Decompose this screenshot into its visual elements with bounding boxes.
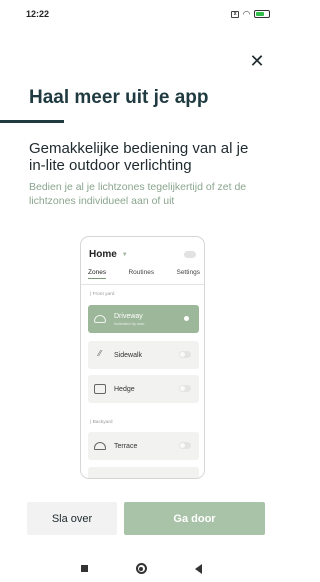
preview-section-front-yard: | Front yard <box>90 292 115 297</box>
status-time: 12:22 <box>26 9 50 19</box>
battery-icon <box>254 10 270 18</box>
home-icon[interactable] <box>135 563 147 574</box>
preview-zone-name: Driveway <box>114 312 143 320</box>
close-button[interactable]: ✕ <box>246 50 268 72</box>
preview-section-backyard: | Backyard <box>90 420 113 425</box>
status-bar: 12:22 x ◠ <box>0 0 282 28</box>
preview-zone-terrace: Terrace <box>88 432 199 460</box>
preview-zone-name: Hedge <box>114 385 135 393</box>
wifi-icon: ◠ <box>243 8 250 19</box>
preview-zone-sidewalk: ⁄⁄ Sidewalk <box>88 341 199 369</box>
preview-zone-toggle <box>179 351 191 358</box>
preview-tab-settings: Settings <box>176 269 200 276</box>
title-underline <box>0 120 64 123</box>
preview-zone-name: Terrace <box>114 442 138 450</box>
preview-zone-status: Activated by user <box>114 320 145 326</box>
hedge-icon <box>94 384 106 394</box>
preview-zone-driveway: Driveway Activated by user <box>88 305 199 333</box>
continue-button[interactable]: Ga door <box>124 502 265 535</box>
preview-home-header: Home ▼ <box>89 249 128 260</box>
path-icon: ⁄⁄ <box>98 349 102 358</box>
car-icon <box>94 315 106 323</box>
dialog-description: Bedien je al je lichtzones tegelijkertij… <box>29 181 247 207</box>
preview-divider <box>81 284 204 285</box>
preview-master-toggle <box>184 251 196 258</box>
chevron-down-icon: ▼ <box>121 251 128 258</box>
close-icon: ✕ <box>249 50 265 71</box>
app-preview-illustration: Home ▼ Zones Routines Settings | Front y… <box>80 236 205 479</box>
preview-zone-hedge: Hedge <box>88 375 199 403</box>
preview-zone-toggle <box>179 385 191 392</box>
battery-fill <box>256 12 265 16</box>
dialog-title: Haal meer uit je app <box>29 87 209 108</box>
system-navigation-bar <box>0 555 282 582</box>
skip-button[interactable]: Sla over <box>27 502 117 535</box>
preview-tab-zones: Zones <box>88 269 107 279</box>
status-icons: x ◠ <box>231 9 270 20</box>
preview-home-label: Home <box>89 249 117 260</box>
preview-zone-partial <box>88 467 199 478</box>
recents-icon[interactable] <box>80 565 88 572</box>
preview-zone-toggle <box>179 315 191 322</box>
dialog-subtitle: Gemakkelijke bediening van al je in-lite… <box>29 140 249 174</box>
terrace-icon <box>94 442 106 450</box>
preview-tab-routines: Routines <box>128 269 155 276</box>
back-icon[interactable] <box>194 563 202 574</box>
preview-tabs: Zones Routines Settings <box>81 269 204 279</box>
sim-card-icon: x <box>231 10 240 18</box>
preview-zone-toggle <box>179 442 191 449</box>
preview-zone-name: Sidewalk <box>114 351 143 359</box>
